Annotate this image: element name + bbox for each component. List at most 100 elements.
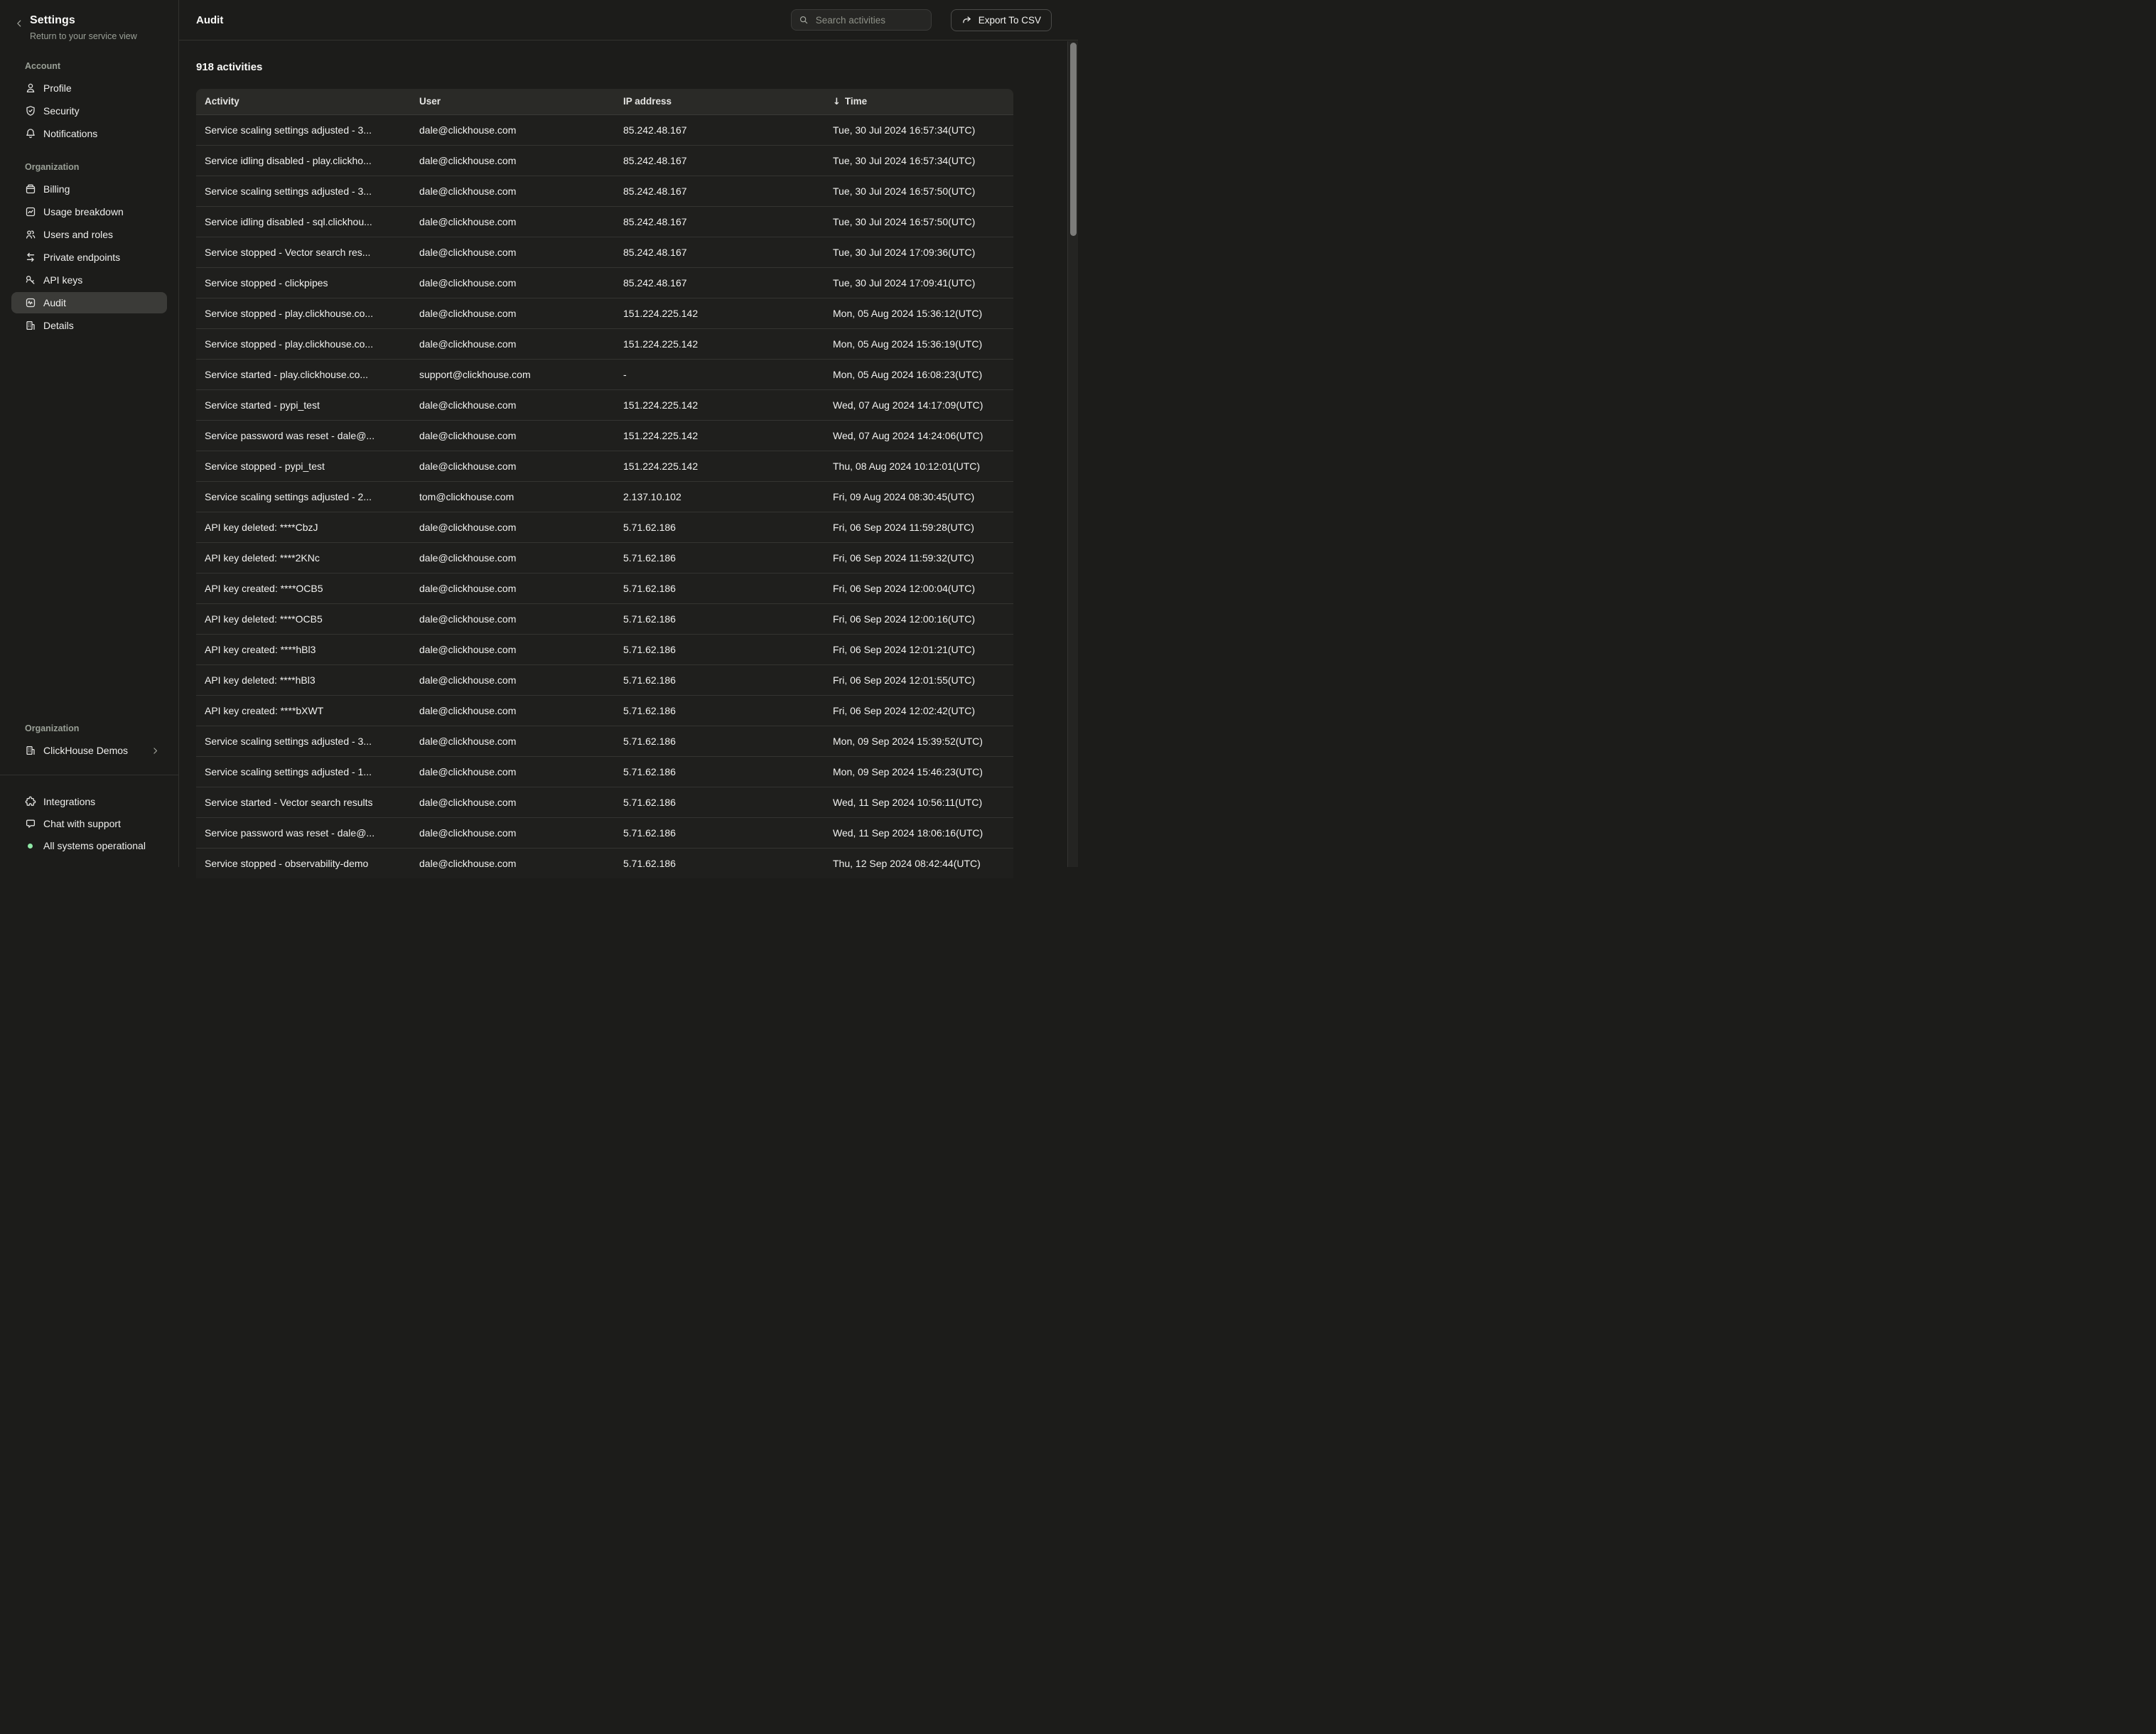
main-content: Audit Export To CSV 918 activities xyxy=(179,0,1078,867)
swap-arrows-icon xyxy=(25,252,36,263)
sidebar-item-label: API keys xyxy=(43,274,82,286)
column-header-user[interactable]: User xyxy=(411,89,615,114)
wallet-icon xyxy=(25,183,36,195)
sidebar-item-label: Private endpoints xyxy=(43,252,120,263)
cell-user: dale@clickhouse.com xyxy=(411,237,615,267)
sidebar-subtitle: Return to your service view xyxy=(30,31,137,41)
cell-time: Fri, 06 Sep 2024 12:01:55(UTC) xyxy=(824,664,1013,695)
cell-activity: API key deleted: ****hBl3 xyxy=(196,664,411,695)
topbar: Audit Export To CSV xyxy=(179,0,1078,41)
cell-ip-address: 5.71.62.186 xyxy=(615,695,824,726)
cell-activity: Service stopped - play.clickhouse.co... xyxy=(196,298,411,328)
cell-time: Tue, 30 Jul 2024 16:57:34(UTC) xyxy=(824,114,1013,145)
cell-ip-address: 5.71.62.186 xyxy=(615,542,824,573)
cell-ip-address: 85.242.48.167 xyxy=(615,114,824,145)
chat-bubble-icon xyxy=(25,818,36,829)
cell-activity: Service idling disabled - sql.clickhou..… xyxy=(196,206,411,237)
table-row[interactable]: Service password was reset - dale@... da… xyxy=(196,817,1013,848)
cell-ip-address: 5.71.62.186 xyxy=(615,817,824,848)
table-row[interactable]: Service password was reset - dale@... da… xyxy=(196,420,1013,451)
sidebar-item-notifications[interactable]: Notifications xyxy=(11,123,167,144)
table-row[interactable]: Service scaling settings adjusted - 2...… xyxy=(196,481,1013,512)
column-header-ip-address[interactable]: IP address xyxy=(615,89,824,114)
cell-user: dale@clickhouse.com xyxy=(411,512,615,542)
cell-ip-address: 5.71.62.186 xyxy=(615,573,824,603)
table-row[interactable]: API key created: ****bXWT dale@clickhous… xyxy=(196,695,1013,726)
table-row[interactable]: API key created: ****hBl3 dale@clickhous… xyxy=(196,634,1013,664)
user-icon xyxy=(25,82,36,94)
activities-count: 918 activities xyxy=(196,61,1078,73)
cell-activity: API key deleted: ****2KNc xyxy=(196,542,411,573)
sidebar-item-security[interactable]: Security xyxy=(11,100,167,122)
cell-ip-address: 85.242.48.167 xyxy=(615,237,824,267)
cell-time: Fri, 06 Sep 2024 12:00:16(UTC) xyxy=(824,603,1013,634)
cell-ip-address: 5.71.62.186 xyxy=(615,787,824,817)
table-row[interactable]: API key deleted: ****hBl3 dale@clickhous… xyxy=(196,664,1013,695)
cell-activity: API key deleted: ****OCB5 xyxy=(196,603,411,634)
cell-ip-address: 151.224.225.142 xyxy=(615,389,824,420)
cell-time: Wed, 11 Sep 2024 18:06:16(UTC) xyxy=(824,817,1013,848)
cell-time: Thu, 12 Sep 2024 08:42:44(UTC) xyxy=(824,848,1013,878)
sidebar-item-private-endpoints[interactable]: Private endpoints xyxy=(11,247,167,268)
table-row[interactable]: API key created: ****OCB5 dale@clickhous… xyxy=(196,573,1013,603)
section-label-organization-footer: Organization xyxy=(25,723,167,733)
sidebar-item-users-and-roles[interactable]: Users and roles xyxy=(11,224,167,245)
sidebar-item-usage-breakdown[interactable]: Usage breakdown xyxy=(11,201,167,222)
sidebar-item-integrations[interactable]: Integrations xyxy=(11,791,167,812)
sidebar-item-label: Audit xyxy=(43,297,66,308)
sidebar-item-audit[interactable]: Audit xyxy=(11,292,167,313)
sidebar-item-billing[interactable]: Billing xyxy=(11,178,167,200)
cell-ip-address: 5.71.62.186 xyxy=(615,634,824,664)
column-header-time[interactable]: ↓Time xyxy=(824,89,1013,114)
scrollbar-track[interactable] xyxy=(1067,41,1078,867)
back-chevron-icon[interactable] xyxy=(14,18,24,28)
table-row[interactable]: Service idling disabled - sql.clickhou..… xyxy=(196,206,1013,237)
cell-user: support@clickhouse.com xyxy=(411,359,615,389)
organization-switcher[interactable]: ClickHouse Demos xyxy=(11,740,167,761)
table-row[interactable]: Service scaling settings adjusted - 3...… xyxy=(196,114,1013,145)
sidebar-item-details[interactable]: Details xyxy=(11,315,167,336)
table-row[interactable]: Service stopped - observability-demo dal… xyxy=(196,848,1013,878)
table-row[interactable]: API key deleted: ****CbzJ dale@clickhous… xyxy=(196,512,1013,542)
table-row[interactable]: Service idling disabled - play.clickho..… xyxy=(196,145,1013,176)
sidebar-item-chat-with-support[interactable]: Chat with support xyxy=(11,813,167,834)
table-row[interactable]: Service stopped - pypi_test dale@clickho… xyxy=(196,451,1013,481)
table-row[interactable]: Service stopped - clickpipes dale@clickh… xyxy=(196,267,1013,298)
table-row[interactable]: API key deleted: ****OCB5 dale@clickhous… xyxy=(196,603,1013,634)
table-row[interactable]: Service stopped - Vector search res... d… xyxy=(196,237,1013,267)
table-row[interactable]: Service started - pypi_test dale@clickho… xyxy=(196,389,1013,420)
sidebar-footer: Integrations Chat with support All syste… xyxy=(0,775,178,867)
cell-time: Fri, 06 Sep 2024 12:01:21(UTC) xyxy=(824,634,1013,664)
scrollbar-thumb[interactable] xyxy=(1070,43,1077,236)
table-row[interactable]: Service scaling settings adjusted - 1...… xyxy=(196,756,1013,787)
sidebar-item-system-status[interactable]: All systems operational xyxy=(11,835,167,856)
cell-time: Tue, 30 Jul 2024 17:09:36(UTC) xyxy=(824,237,1013,267)
cell-ip-address: 5.71.62.186 xyxy=(615,512,824,542)
sidebar-item-profile[interactable]: Profile xyxy=(11,77,167,99)
cell-user: tom@clickhouse.com xyxy=(411,481,615,512)
table-row[interactable]: Service started - play.clickhouse.co... … xyxy=(196,359,1013,389)
table-row[interactable]: Service stopped - play.clickhouse.co... … xyxy=(196,298,1013,328)
cell-time: Fri, 06 Sep 2024 12:00:04(UTC) xyxy=(824,573,1013,603)
table-row[interactable]: Service scaling settings adjusted - 3...… xyxy=(196,726,1013,756)
sidebar-item-api-keys[interactable]: API keys xyxy=(11,269,167,291)
settings-sidebar: Settings Return to your service view Acc… xyxy=(0,0,179,867)
table-row[interactable]: API key deleted: ****2KNc dale@clickhous… xyxy=(196,542,1013,573)
sidebar-title: Settings xyxy=(30,14,137,27)
cell-user: dale@clickhouse.com xyxy=(411,451,615,481)
table-row[interactable]: Service scaling settings adjusted - 3...… xyxy=(196,176,1013,206)
column-header-activity[interactable]: Activity xyxy=(196,89,411,114)
cell-activity: Service started - pypi_test xyxy=(196,389,411,420)
cell-user: dale@clickhouse.com xyxy=(411,756,615,787)
export-to-csv-button[interactable]: Export To CSV xyxy=(951,9,1052,31)
cell-ip-address: 85.242.48.167 xyxy=(615,145,824,176)
building-icon xyxy=(25,320,36,331)
cell-user: dale@clickhouse.com xyxy=(411,664,615,695)
cell-activity: Service stopped - clickpipes xyxy=(196,267,411,298)
sidebar-header: Settings Return to your service view xyxy=(0,0,178,41)
table-row[interactable]: Service started - Vector search results … xyxy=(196,787,1013,817)
search-input[interactable] xyxy=(814,14,924,26)
cell-time: Fri, 06 Sep 2024 12:02:42(UTC) xyxy=(824,695,1013,726)
table-row[interactable]: Service stopped - play.clickhouse.co... … xyxy=(196,328,1013,359)
cell-user: dale@clickhouse.com xyxy=(411,206,615,237)
